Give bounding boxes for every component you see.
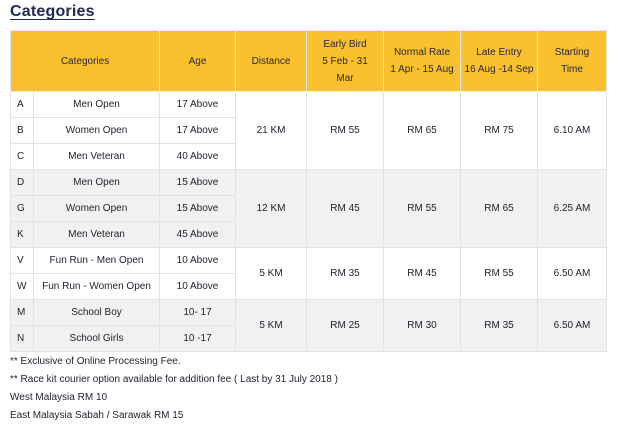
header-normal-rate-line1: Normal Rate: [393, 47, 451, 58]
category-code: K: [10, 221, 34, 248]
group-early-bird-price: RM 55: [306, 91, 385, 170]
table-header-row: Categories Age Distance Early Bird 5 Feb…: [9, 30, 608, 92]
group-early-bird-price: RM 25: [306, 299, 385, 352]
category-code: V: [10, 247, 34, 274]
header-early-bird-line3: Mar: [336, 72, 354, 84]
group-normal-price: RM 55: [383, 169, 462, 248]
category-name: Fun Run - Women Open: [32, 273, 161, 300]
group-start-time: 6.50 AM: [537, 247, 608, 300]
category-age: 15 Above: [159, 169, 237, 196]
category-age: 45 Above: [159, 221, 237, 248]
header-normal-rate-line2: 1 Apr - 15 Aug: [390, 64, 454, 75]
header-starting-time: Starting Time: [537, 30, 608, 92]
group-early-bird-price: RM 35: [306, 247, 385, 300]
note-processing-fee: ** Exclusive of Online Processing Fee.: [10, 356, 181, 367]
header-early-bird-line2: 5 Feb - 31: [322, 55, 368, 67]
category-code: G: [10, 195, 34, 222]
header-early-bird-line1: Early Bird: [323, 38, 367, 50]
note-courier-option: ** Race kit courier option available for…: [10, 374, 338, 385]
notes: ** Exclusive of Online Processing Fee. *…: [10, 353, 338, 425]
group-distance: 12 KM: [235, 169, 308, 248]
category-age: 40 Above: [159, 143, 237, 170]
group-distance: 5 KM: [235, 247, 308, 300]
category-code: N: [10, 325, 34, 352]
header-late-entry: Late Entry 16 Aug -14 Sep: [460, 30, 539, 92]
table-row: M School Boy 10- 17 5 KM RM 25 RM 30 RM …: [10, 299, 608, 352]
group-distance: 5 KM: [235, 299, 308, 352]
group-normal-price: RM 65: [383, 91, 462, 170]
category-age: 10 Above: [159, 247, 237, 274]
note-west-malaysia: West Malaysia RM 10: [10, 392, 108, 403]
category-code: M: [10, 299, 34, 326]
header-categories: Categories: [9, 30, 161, 92]
group-distance: 21 KM: [235, 91, 308, 170]
header-starting-time-line2: Time: [561, 64, 583, 75]
group-start-time: 6.25 AM: [537, 169, 608, 248]
category-name: School Girls: [32, 325, 161, 352]
group-normal-price: RM 45: [383, 247, 462, 300]
category-code: B: [10, 117, 34, 144]
category-age: 10 -17: [159, 325, 237, 352]
category-age: 17 Above: [159, 117, 237, 144]
group-late-price: RM 55: [460, 247, 539, 300]
category-code: W: [10, 273, 34, 300]
category-name: Men Veteran: [32, 221, 161, 248]
table-row: A Men Open 17 Above 21 KM RM 55 RM 65 RM…: [10, 91, 608, 170]
categories-table: Categories Age Distance Early Bird 5 Feb…: [9, 30, 608, 352]
header-distance: Distance: [235, 30, 308, 92]
header-starting-time-line1: Starting: [554, 47, 590, 58]
page-title: Categories: [10, 3, 95, 20]
category-name: Men Veteran: [32, 143, 161, 170]
category-code: A: [10, 91, 34, 118]
header-late-entry-line2: 16 Aug -14 Sep: [464, 64, 534, 75]
group-early-bird-price: RM 45: [306, 169, 385, 248]
group-late-price: RM 65: [460, 169, 539, 248]
group-late-price: RM 75: [460, 91, 539, 170]
category-name: School Boy: [32, 299, 161, 326]
category-name: Fun Run - Men Open: [32, 247, 161, 274]
category-code: D: [10, 169, 34, 196]
group-normal-price: RM 30: [383, 299, 462, 352]
header-early-bird: Early Bird 5 Feb - 31 Mar: [306, 30, 385, 92]
header-age: Age: [159, 30, 237, 92]
category-age: 10- 17: [159, 299, 237, 326]
category-age: 17 Above: [159, 91, 237, 118]
header-normal-rate: Normal Rate 1 Apr - 15 Aug: [383, 30, 462, 92]
category-code: C: [10, 143, 34, 170]
group-late-price: RM 35: [460, 299, 539, 352]
table-row: V Fun Run - Men Open 10 Above 5 KM RM 35…: [10, 247, 608, 300]
header-late-entry-line1: Late Entry: [476, 47, 522, 58]
note-east-malaysia: East Malaysia Sabah / Sarawak RM 15: [10, 410, 184, 421]
group-start-time: 6.10 AM: [537, 91, 608, 170]
category-name: Men Open: [32, 91, 161, 118]
category-name: Men Open: [32, 169, 161, 196]
category-age: 10 Above: [159, 273, 237, 300]
category-name: Women Open: [32, 117, 161, 144]
category-age: 15 Above: [159, 195, 237, 222]
table-row: D Men Open 15 Above 12 KM RM 45 RM 55 RM…: [10, 169, 608, 248]
group-start-time: 6.50 AM: [537, 299, 608, 352]
category-name: Women Open: [32, 195, 161, 222]
